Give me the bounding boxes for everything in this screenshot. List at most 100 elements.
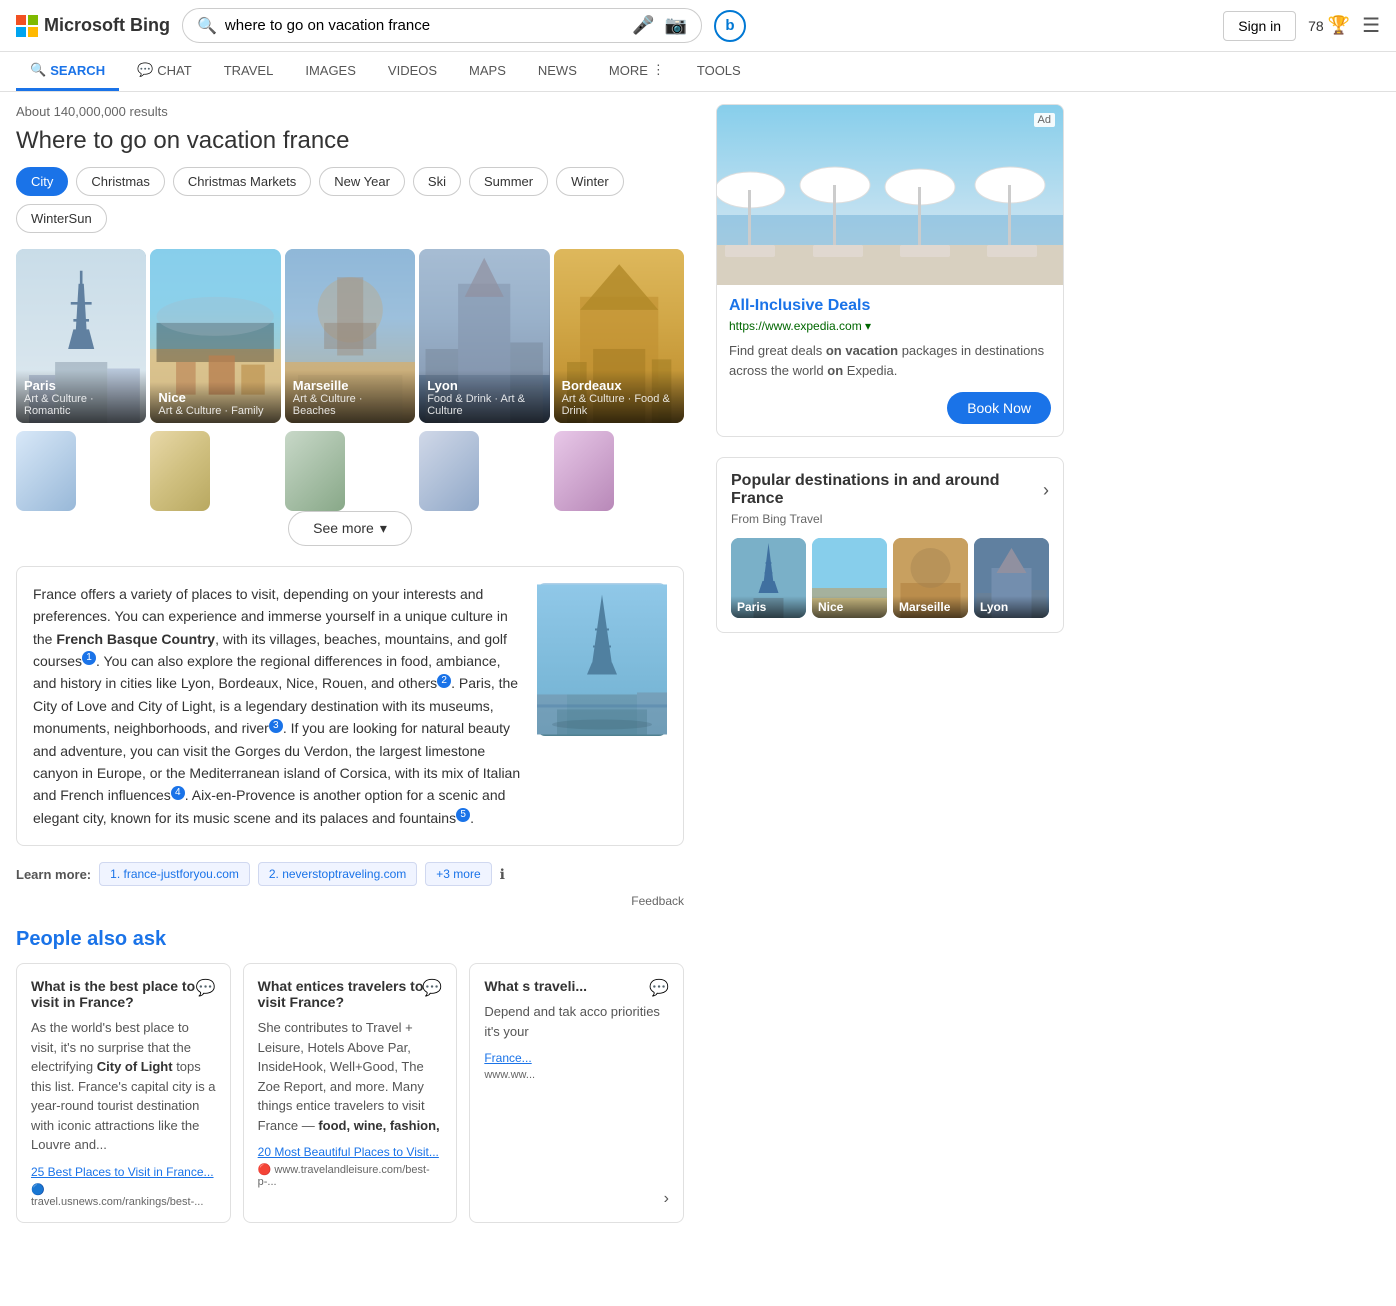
dest-card-nice[interactable]: Nice xyxy=(812,538,887,618)
filter-chips: City Christmas Christmas Markets New Yea… xyxy=(16,167,684,233)
hamburger-menu-button[interactable]: ☰ xyxy=(1362,13,1380,38)
filter-christmas[interactable]: Christmas xyxy=(76,167,165,196)
nav-chat[interactable]: 💬 CHAT xyxy=(123,52,206,91)
info-box: France offers a variety of places to vis… xyxy=(16,566,684,846)
info-text-content: France offers a variety of places to vis… xyxy=(33,583,521,829)
score-badge: 78 🏆 xyxy=(1308,15,1350,36)
feedback-label[interactable]: Feedback xyxy=(16,894,684,908)
marseille-dest-name: Marseille xyxy=(899,600,962,614)
book-now-button[interactable]: Book Now xyxy=(947,392,1051,424)
mic-button[interactable]: 🎤 xyxy=(632,15,654,36)
search-icon-group: 🎤 📷 xyxy=(632,15,687,36)
city-card-paris[interactable]: Paris Art & Culture · Romantic xyxy=(16,249,146,423)
sidebar: Ad All-Inclusive Deals https://www.exped… xyxy=(700,92,1080,1239)
paa-title: People also ask xyxy=(16,928,684,951)
paa-card-1[interactable]: What is the best place to visit in Franc… xyxy=(16,963,231,1223)
info-icon-button[interactable]: ℹ xyxy=(500,866,505,883)
city-card-lyon[interactable]: Lyon Food & Drink · Art & Culture xyxy=(419,249,549,423)
nav-travel[interactable]: TRAVEL xyxy=(210,53,288,91)
paris-dest-overlay: Paris xyxy=(731,596,806,618)
paa-chat-icon-1: 💬 xyxy=(196,978,216,998)
nice-overlay: Nice Art & Culture · Family xyxy=(150,382,280,423)
navigation: 🔍 SEARCH 💬 CHAT TRAVEL IMAGES VIDEOS MAP… xyxy=(0,52,1396,92)
pop-dest-grid: Paris Nice xyxy=(731,538,1049,618)
nav-videos[interactable]: VIDEOS xyxy=(374,53,451,91)
paa-card-3[interactable]: What s traveli... 💬 Depend and tak acco … xyxy=(469,963,684,1223)
city-card-row2-5[interactable] xyxy=(554,431,614,511)
paa-card-2[interactable]: What entices travelers to visit France? … xyxy=(243,963,458,1223)
ad-description: Find great deals on vacation packages in… xyxy=(729,341,1051,380)
paa-excerpt-3: Depend and tak acco priorities it's your xyxy=(484,1002,669,1041)
paa-question-2: What entices travelers to visit France? xyxy=(258,978,443,1010)
more-sources-button[interactable]: +3 more xyxy=(425,862,491,886)
trophy-icon: 🏆 xyxy=(1328,15,1350,36)
dest-card-lyon[interactable]: Lyon xyxy=(974,538,1049,618)
marseille-name: Marseille xyxy=(293,378,407,393)
chat-nav-icon: 💬 xyxy=(137,62,153,78)
ad-box: Ad All-Inclusive Deals https://www.exped… xyxy=(716,104,1064,437)
source-link-1[interactable]: 1. france-justforyou.com xyxy=(99,862,250,886)
paa-link-3[interactable]: France... xyxy=(484,1051,669,1065)
lyon-tags: Food & Drink · Art & Culture xyxy=(427,393,541,417)
header: Microsoft Bing 🔍 🎤 📷 b Sign in 78 🏆 ☰ xyxy=(0,0,1396,52)
filter-christmas-markets[interactable]: Christmas Markets xyxy=(173,167,311,196)
nice-name: Nice xyxy=(158,390,272,405)
nav-maps[interactable]: MAPS xyxy=(455,53,520,91)
marseille-overlay: Marseille Art & Culture · Beaches xyxy=(285,370,415,423)
pop-dest-subtitle: From Bing Travel xyxy=(731,512,1049,526)
search-bar[interactable]: 🔍 🎤 📷 xyxy=(182,8,702,43)
ad-label: Ad xyxy=(1034,113,1055,127)
filter-ski[interactable]: Ski xyxy=(413,167,461,196)
filter-winter[interactable]: Winter xyxy=(556,167,624,196)
paris-tags: Art & Culture · Romantic xyxy=(24,393,138,417)
filter-wintersun[interactable]: WinterSun xyxy=(16,204,107,233)
source-link-2[interactable]: 2. neverstoptraveling.com xyxy=(258,862,417,886)
paa-link-1[interactable]: 25 Best Places to Visit in France... xyxy=(31,1165,216,1179)
pop-dest-arrow-icon[interactable]: › xyxy=(1043,480,1049,501)
nav-images[interactable]: IMAGES xyxy=(291,53,370,91)
bordeaux-name: Bordeaux xyxy=(562,378,676,393)
dest-card-marseille[interactable]: Marseille xyxy=(893,538,968,618)
paa-grid: What is the best place to visit in Franc… xyxy=(16,963,684,1223)
paa-link-2[interactable]: 20 Most Beautiful Places to Visit... xyxy=(258,1145,443,1159)
paa-expand-arrow-3[interactable]: › xyxy=(664,1190,669,1208)
nice-dest-overlay: Nice xyxy=(812,596,887,618)
city-card-row2-1[interactable] xyxy=(16,431,76,511)
city-card-row2-3[interactable] xyxy=(285,431,345,511)
nav-news[interactable]: NEWS xyxy=(524,53,591,91)
city-card-row2-4[interactable] xyxy=(419,431,479,511)
paa-excerpt-2: She contributes to Travel + Leisure, Hot… xyxy=(258,1018,443,1135)
logo: Microsoft Bing xyxy=(16,15,170,37)
results-count: About 140,000,000 results xyxy=(16,104,684,119)
nav-more[interactable]: MORE ⋮ xyxy=(595,52,679,91)
learn-more: Learn more: 1. france-justforyou.com 2. … xyxy=(16,862,684,886)
info-thumbnail xyxy=(537,583,667,829)
score-number: 78 xyxy=(1308,18,1324,34)
paris-dest-name: Paris xyxy=(737,600,800,614)
search-results: About 140,000,000 results Where to go on… xyxy=(0,92,700,1239)
city-card-marseille[interactable]: Marseille Art & Culture · Beaches xyxy=(285,249,415,423)
city-card-bordeaux[interactable]: Bordeaux Art & Culture · Food & Drink xyxy=(554,249,684,423)
filter-new-year[interactable]: New Year xyxy=(319,167,405,196)
marseille-dest-overlay: Marseille xyxy=(893,596,968,618)
bing-copilot-icon[interactable]: b xyxy=(714,10,746,42)
see-more-button[interactable]: See more ▾ xyxy=(288,511,412,546)
search-input[interactable] xyxy=(225,17,624,34)
search-nav-icon: 🔍 xyxy=(30,62,46,78)
nav-tools[interactable]: TOOLS xyxy=(683,53,755,91)
filter-summer[interactable]: Summer xyxy=(469,167,548,196)
lyon-overlay: Lyon Food & Drink · Art & Culture xyxy=(419,370,549,423)
filter-city[interactable]: City xyxy=(16,167,68,196)
nav-search[interactable]: 🔍 SEARCH xyxy=(16,52,119,91)
ad-title[interactable]: All-Inclusive Deals xyxy=(729,297,1051,315)
paris-thumbnail-image xyxy=(537,583,667,736)
see-more-row: See more ▾ xyxy=(16,511,684,546)
sign-in-button[interactable]: Sign in xyxy=(1223,11,1296,41)
camera-button[interactable]: 📷 xyxy=(665,15,687,36)
city-card-row2-2[interactable] xyxy=(150,431,210,511)
ad-url[interactable]: https://www.expedia.com ▾ xyxy=(729,319,1051,333)
dest-card-paris[interactable]: Paris xyxy=(731,538,806,618)
logo-text: Microsoft Bing xyxy=(44,15,170,36)
page-title: Where to go on vacation france xyxy=(16,127,684,155)
city-card-nice[interactable]: Nice Art & Culture · Family xyxy=(150,249,280,423)
